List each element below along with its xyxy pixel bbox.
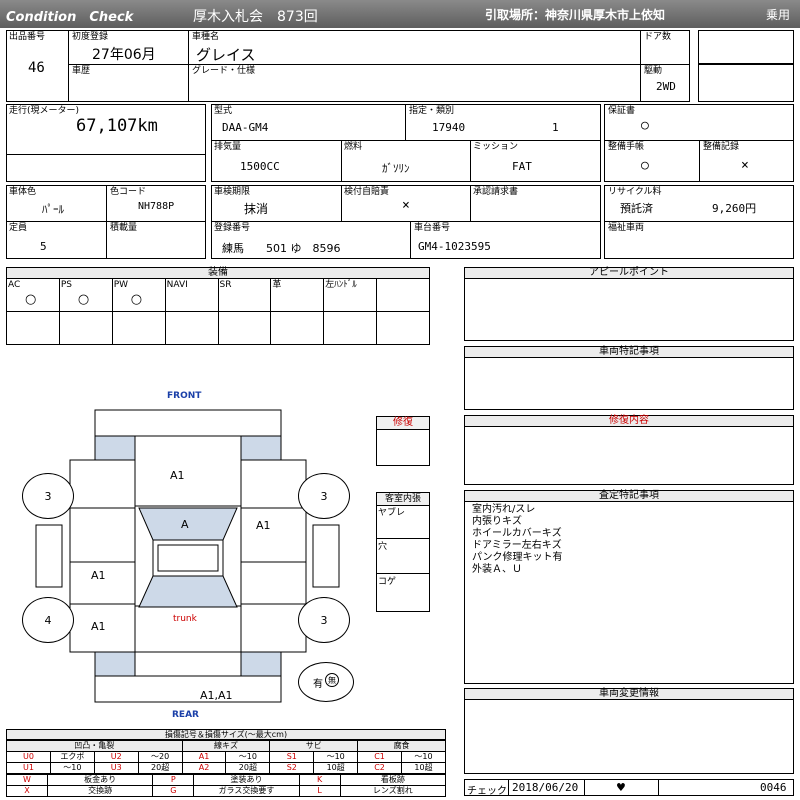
interior-title: 客室内張: [376, 492, 430, 506]
check-label: チェック: [467, 786, 507, 797]
changes-title: 車両変更情報: [464, 688, 794, 700]
mark-right-front-door: A1: [256, 519, 271, 532]
special-title: 車両特記事項: [464, 346, 794, 358]
mark-rear-bumper: A1,A1: [200, 689, 233, 702]
interior-hole: 穴: [378, 542, 388, 552]
assessment-line: 外装Ａ、Ｕ: [472, 564, 522, 575]
assessment-line: パンク修理キット有: [472, 552, 563, 563]
interior-tear: ヤブレ: [378, 508, 406, 518]
spare-tire-indicator: 有 無: [298, 662, 354, 702]
assessment-line: ドアミラー左右キズ: [472, 540, 562, 551]
assessment-line: ホイールカバーキズ: [472, 528, 562, 539]
tire-rear-right: 3: [298, 597, 350, 643]
assessment-notes: 室内汚れ/スレ 内張りキズ ホイールカバーキズ ドアミラー左右キズ パンク修理キ…: [472, 504, 563, 576]
interior-burn: コゲ: [378, 577, 397, 587]
check-number: 0046: [760, 781, 787, 794]
trunk-label: trunk: [173, 614, 197, 624]
without-label: 無: [325, 673, 339, 687]
repair-title: 修復: [376, 416, 430, 430]
mark-hood: A1: [170, 469, 185, 482]
with-label: 有: [313, 679, 323, 690]
appeal-title: アピールポイント: [464, 267, 794, 279]
changes-box: [464, 688, 794, 774]
legend-repair-table: W 板金あり P 塗装あり K 看板跡 X 交換跡 G ガラス交換要す L レンズ割れ: [6, 774, 447, 797]
mark-windshield: A: [181, 518, 189, 531]
assessment-line: 内張りキズ: [472, 516, 522, 527]
assessment-title: 査定特記事項: [464, 490, 794, 502]
legend-title: 損傷記号＆損傷サイズ(〜最大cm): [6, 729, 446, 740]
tire-rear-left: 4: [22, 597, 74, 643]
legend-damage-table: 凹凸・亀裂 線キズ サビ 腐食 U0 エクボ U2 〜20 A1 〜10 S1 〜10 C1…: [6, 740, 446, 774]
assessment-line: 室内汚れ/スレ: [472, 504, 536, 515]
tire-front-right: 3: [298, 473, 350, 519]
mark-left-rear-door: A1: [91, 569, 106, 582]
mark-left-rear-quarter: A1: [91, 620, 106, 633]
repair-content-title: 修復内容: [464, 415, 794, 427]
tire-front-left: 3: [22, 473, 74, 519]
check-mark: ♥: [616, 781, 626, 794]
check-date: 2018/06/20: [512, 781, 579, 794]
